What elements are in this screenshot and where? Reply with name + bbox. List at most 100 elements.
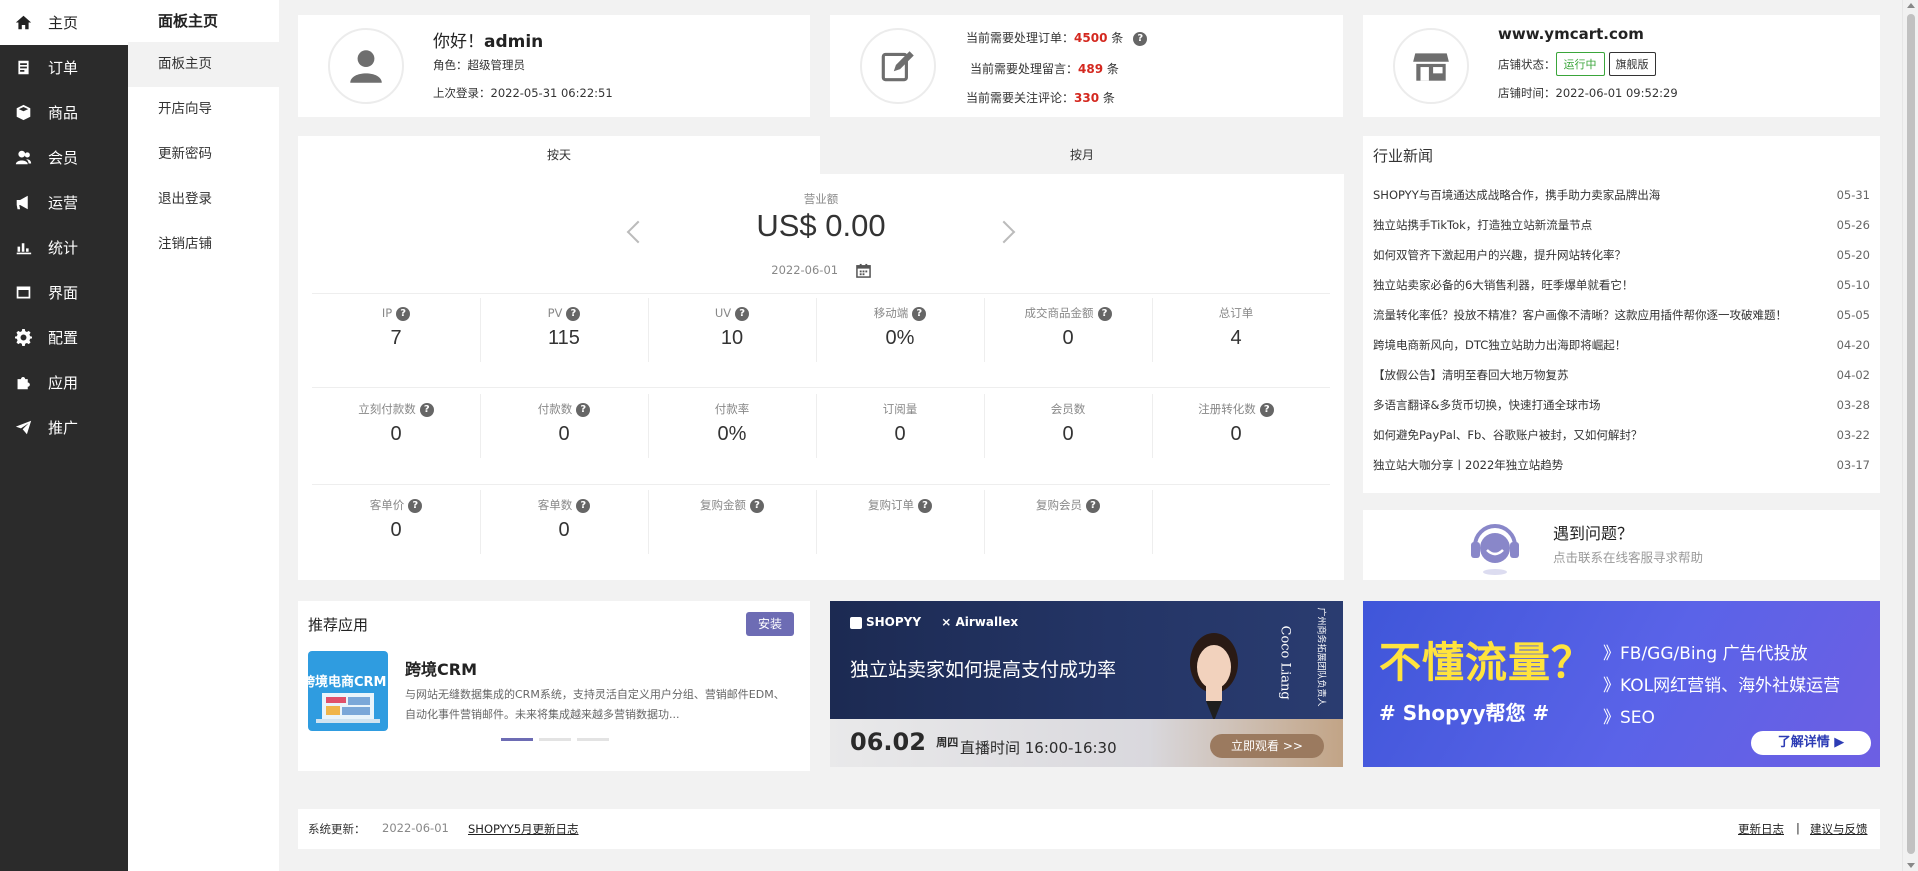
divider [312, 293, 1330, 294]
store-status: 店铺状态： 运行中 旗舰版 [1498, 52, 1656, 76]
nav-members[interactable]: 会员 [0, 135, 128, 180]
help-icon[interactable]: ? [566, 306, 581, 321]
calendar-icon[interactable] [855, 263, 871, 278]
help-card[interactable]: 遇到问题？ 点击联系在线客服寻求帮助 [1363, 510, 1880, 580]
watch-now-button[interactable]: 立即观看 >> [1210, 734, 1324, 758]
news-item[interactable]: 【放假公告】清明至春回大地万物复苏 04-02 [1373, 366, 1870, 384]
column-divider [648, 298, 649, 362]
edit-icon-circle [860, 28, 936, 104]
news-card: 行业新闻 SHOPYY与百境通达成战略合作，携手助力卖家品牌出海 05-31 独立站… [1363, 136, 1880, 493]
user-icon [350, 50, 382, 83]
service-line: 》SEO [1603, 708, 1655, 728]
learn-more-button[interactable]: 了解详情 ▶ [1751, 731, 1871, 755]
news-item[interactable]: 独立站携手TikTok，打造独立站新流量节点 05-26 [1373, 216, 1870, 234]
update-log-link[interactable]: SHOPYY5月更新日志 [468, 821, 579, 837]
traffic-tagline: # Shopyy帮您 # [1379, 701, 1550, 725]
news-item-title: SHOPYY与百境通达成战略合作，携手助力卖家品牌出海 [1373, 188, 1661, 202]
help-icon[interactable]: ? [576, 402, 591, 417]
news-item-date: 05-26 [1836, 218, 1870, 232]
carousel-dot[interactable] [577, 738, 609, 741]
tab-monthly[interactable]: 按月 [820, 136, 1344, 174]
app-name[interactable]: 跨境CRM [405, 656, 477, 680]
nav-statistics[interactable]: 统计 [0, 225, 128, 270]
stat-label: IP? [312, 304, 480, 322]
scroll-down-arrow[interactable] [1907, 863, 1915, 868]
tab-daily[interactable]: 按天 [298, 136, 820, 174]
news-item-title: 跨境电商新风向，DTC独立站助力出海即将崛起！ [1373, 338, 1627, 352]
stat-label: 会员数 [1050, 402, 1086, 416]
carousel-dot[interactable] [539, 738, 571, 741]
news-item[interactable]: 跨境电商新风向，DTC独立站助力出海即将崛起！ 04-20 [1373, 336, 1870, 354]
webinar-banner[interactable]: SHOPYY ⨯ Airwallex 独立站卖家如何提高支付成功率 Coco L… [830, 601, 1343, 767]
column-divider [480, 394, 481, 458]
nav-home[interactable]: 主页 [0, 0, 128, 45]
system-update-footer: 系统更新： 2022-06-01 SHOPYY5月更新日志 更新日志 | 建议与… [298, 809, 1880, 849]
install-button[interactable]: 安装 [746, 612, 795, 636]
stat-value: 0 [1062, 327, 1074, 349]
help-icon[interactable]: ? [576, 498, 591, 513]
news-item-title: 流量转化率低？投放不精准？客户画像不清晰？这款应用插件帮你逐一攻破难题！ [1373, 308, 1787, 322]
subnav-store-wizard[interactable]: 开店向导 [128, 87, 279, 132]
stat-label: 复购金额? [648, 496, 816, 514]
store-icon-circle [1393, 28, 1469, 104]
help-icon[interactable]: ? [1259, 402, 1274, 417]
help-icon[interactable]: ? [912, 306, 927, 321]
stat-label: 移动端? [816, 304, 984, 322]
puzzle-icon [14, 374, 32, 392]
scrollbar[interactable] [1902, 0, 1918, 871]
stat-cell: 移动端? 0% [816, 304, 984, 350]
nav-apps[interactable]: 应用 [0, 360, 128, 405]
nav-label: 订单 [48, 59, 79, 77]
footer-separator: | [1796, 821, 1800, 835]
help-icon[interactable]: ? [1097, 306, 1112, 321]
nav-products[interactable]: 商品 [0, 90, 128, 135]
subnav-dashboard[interactable]: 面板主页 [128, 42, 279, 87]
help-icon[interactable]: ? [408, 498, 423, 513]
subnav-close-store[interactable]: 注销店铺 [128, 222, 279, 267]
news-item-title: 如何双管齐下激起用户的兴趣，提升网站转化率？ [1373, 248, 1626, 262]
nav-operations[interactable]: 运营 [0, 180, 128, 225]
news-item[interactable]: 流量转化率低？投放不精准？客户画像不清晰？这款应用插件帮你逐一攻破难题！ 05-0… [1373, 306, 1870, 324]
scroll-up-arrow[interactable] [1907, 3, 1915, 8]
order-icon [14, 59, 32, 77]
gear-icon [14, 329, 32, 347]
help-icon[interactable]: ? [750, 498, 764, 513]
help-icon[interactable]: ? [396, 306, 411, 321]
nav-orders[interactable]: 订单 [0, 45, 128, 90]
laptop-icon [316, 693, 380, 723]
banner-brand: SHOPYY ⨯ Airwallex [850, 615, 1018, 629]
stat-cell: 会员数 0 [984, 400, 1152, 446]
help-icon[interactable]: ? [735, 306, 750, 321]
news-item-title: 【放假公告】清明至春回大地万物复苏 [1373, 368, 1569, 382]
stat-cell: PV? 115 [480, 304, 648, 350]
help-subtitle: 点击联系在线客服寻求帮助 [1553, 550, 1704, 565]
help-icon[interactable]: ? [419, 402, 434, 417]
pending-orders[interactable]: 当前需要处理订单：4500 条? [966, 29, 1148, 46]
help-icon[interactable]: ? [1086, 498, 1100, 513]
nav-interface[interactable]: 界面 [0, 270, 128, 315]
store-domain[interactable]: www.ymcart.com [1498, 25, 1644, 43]
carousel-dot[interactable] [501, 738, 533, 741]
help-icon[interactable]: ? [1133, 31, 1148, 46]
help-icon[interactable]: ? [918, 498, 932, 513]
stat-value: 4 [1230, 327, 1242, 349]
news-item[interactable]: 如何避免PayPal、Fb、谷歌账户被封，又如何解封？ 03-22 [1373, 426, 1870, 444]
feedback-link[interactable]: 建议与反馈 [1810, 821, 1868, 837]
traffic-banner[interactable]: 不懂流量？ # Shopyy帮您 # 》FB/GG/Bing 广告代投放 》KO… [1363, 601, 1880, 767]
subnav-logout[interactable]: 退出登录 [128, 177, 279, 222]
nav-settings[interactable]: 配置 [0, 315, 128, 360]
scrollbar-thumb[interactable] [1907, 14, 1915, 854]
app-thumbnail[interactable]: 跨境电商CRM [308, 651, 388, 731]
news-item[interactable]: 独立站卖家必备的6大销售利器，旺季爆单就看它！ 05-10 [1373, 276, 1870, 294]
subnav-change-password[interactable]: 更新密码 [128, 132, 279, 177]
changelog-link[interactable]: 更新日志 [1738, 821, 1784, 837]
news-item[interactable]: 如何双管齐下激起用户的兴趣，提升网站转化率？ 05-20 [1373, 246, 1870, 264]
stat-label: 客单价? [312, 496, 480, 514]
nav-promotion[interactable]: 推广 [0, 405, 128, 450]
pending-reviews[interactable]: 当前需要关注评论：330 条 [966, 89, 1115, 106]
news-item[interactable]: 多语言翻译&多货币切换，快速打通全球市场 03-28 [1373, 396, 1870, 414]
news-item[interactable]: SHOPYY与百境通达成战略合作，携手助力卖家品牌出海 05-31 [1373, 186, 1870, 204]
news-item[interactable]: 独立站大咖分享丨2022年独立站趋势 03-17 [1373, 456, 1870, 474]
pending-messages[interactable]: 当前需要处理留言：489 条 [970, 60, 1119, 77]
store-time: 店铺时间：2022-06-01 09:52:29 [1498, 86, 1678, 100]
